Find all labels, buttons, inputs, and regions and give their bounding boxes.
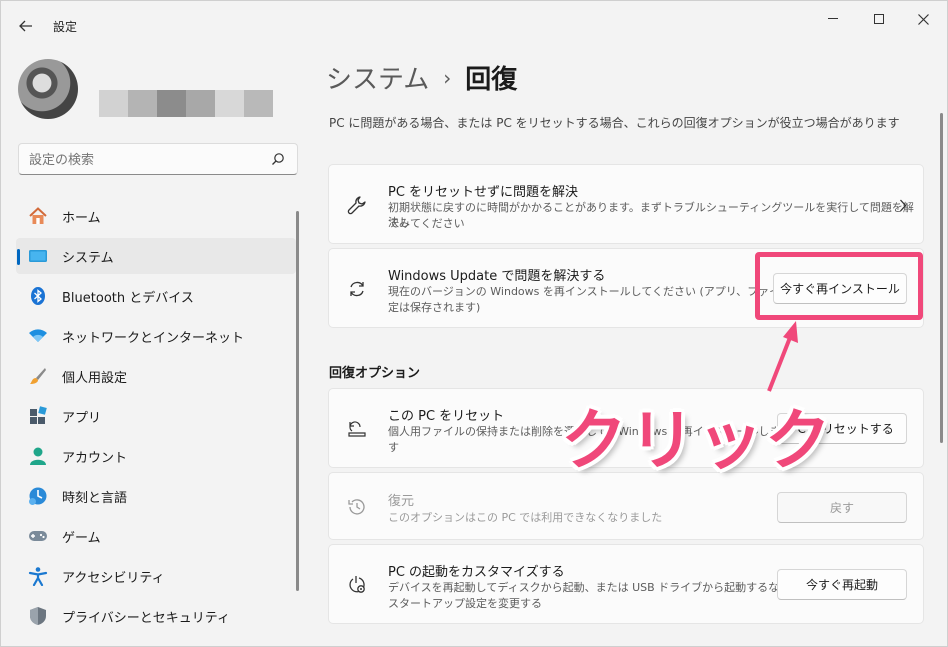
back-button[interactable] <box>13 13 39 39</box>
sidebar-item-label: ネットワークとインターネット <box>62 330 245 346</box>
brush-icon <box>28 366 48 386</box>
minimize-button[interactable] <box>813 7 853 31</box>
card-title: この PC をリセット <box>388 409 505 424</box>
sidebar-item-home[interactable]: ホーム <box>16 198 296 234</box>
back-arrow-icon <box>19 20 32 32</box>
sidebar-item-privacy-security[interactable]: プライバシーとセキュリティ <box>16 598 296 634</box>
sidebar-item-label: アカウント <box>62 450 128 466</box>
card-desc: このオプションはこの PC では利用できなくなりました <box>388 511 663 524</box>
close-button[interactable] <box>903 7 943 31</box>
close-icon <box>917 13 929 25</box>
shield-icon <box>28 606 48 626</box>
sidebar-item-accounts[interactable]: アカウント <box>16 438 296 474</box>
annotation-click-label: クリック <box>561 402 833 479</box>
wifi-icon <box>28 326 48 346</box>
card-desc-line1: デバイスを再起動してディスクから起動、または USB ドライブから起動するなど、 <box>388 581 801 594</box>
accessibility-icon <box>28 566 48 586</box>
username-blur-block <box>99 90 128 117</box>
reset-pc-icon <box>347 419 367 439</box>
sidebar-item-label: プライバシーとセキュリティ <box>62 610 230 626</box>
startup-gear-icon <box>347 575 367 595</box>
home-icon <box>28 206 48 226</box>
search-box[interactable] <box>18 143 298 175</box>
main-scrollbar[interactable] <box>940 113 943 443</box>
avatar[interactable] <box>18 59 78 119</box>
gamepad-icon <box>28 526 48 546</box>
minimize-icon <box>828 18 838 19</box>
card-title: PC の起動をカスタマイズする <box>388 565 565 580</box>
username-blur-block <box>215 90 244 117</box>
sidebar-item-label: システム <box>62 250 114 266</box>
username-blur-block <box>128 90 157 117</box>
intro-text: PC に問題がある場合、または PC をリセットする場合、これらの回復オプション… <box>329 116 900 130</box>
refresh-icon <box>347 279 367 299</box>
card-desc-line2: スタートアップ設定を変更する <box>388 597 542 610</box>
sidebar-item-label: Bluetooth とデバイス <box>62 290 194 306</box>
sidebar-scrollbar[interactable] <box>296 211 299 591</box>
title-bar: 設定 <box>1 1 947 49</box>
history-icon <box>347 497 367 517</box>
card-desc-line1: 初期状態に戻すのに時間がかかることがあります。まずトラブルシューティングツールを… <box>388 201 914 229</box>
sidebar-item-personalization[interactable]: 個人用設定 <box>16 358 296 394</box>
sidebar-item-label: 個人用設定 <box>62 370 128 386</box>
settings-window: 設定 ホーム <box>0 0 948 647</box>
sidebar-item-label: 時刻と言語 <box>62 490 128 506</box>
sidebar-item-accessibility[interactable]: アクセシビリティ <box>16 558 296 594</box>
page-title: 回復 <box>465 65 518 95</box>
section-title-recovery-options: 回復オプション <box>329 366 421 381</box>
maximize-button[interactable] <box>859 7 899 31</box>
username-blurred <box>99 90 273 117</box>
system-icon <box>28 246 48 266</box>
sidebar-item-system[interactable]: システム <box>16 238 296 274</box>
chevron-right-icon <box>899 197 907 216</box>
annotation-highlight-box <box>755 252 923 320</box>
go-back-button[interactable]: 戻す <box>777 492 907 523</box>
breadcrumb-parent[interactable]: システム <box>326 59 429 96</box>
username-blur-block <box>157 90 186 117</box>
sidebar-item-gaming[interactable]: ゲーム <box>16 518 296 554</box>
time-language-icon <box>28 486 48 506</box>
troubleshoot-card[interactable]: PC をリセットせずに問題を解決 初期状態に戻すのに時間がかかることがあります。… <box>328 164 924 244</box>
advanced-startup-card: PC の起動をカスタマイズする デバイスを再起動してディスクから起動、または U… <box>328 544 924 624</box>
sidebar-item-label: ゲーム <box>62 530 101 546</box>
account-icon <box>28 446 48 466</box>
maximize-icon <box>874 14 884 24</box>
restart-now-button[interactable]: 今すぐ再起動 <box>777 569 907 600</box>
card-title: Windows Update で問題を解決する <box>388 269 606 284</box>
sidebar-item-bluetooth[interactable]: Bluetooth とデバイス <box>16 278 296 314</box>
sidebar-item-label: ホーム <box>62 210 101 226</box>
card-desc-line2: てみてください <box>388 217 465 230</box>
card-desc-line1: 現在のバージョンの Windows を再インストールしてください (アプリ、ファ… <box>388 285 814 298</box>
card-desc-line2: 定は保存されます) <box>388 301 481 314</box>
sidebar-item-apps[interactable]: アプリ <box>16 398 296 434</box>
card-desc-line2: す <box>388 441 399 454</box>
sidebar-item-time-language[interactable]: 時刻と言語 <box>16 478 296 514</box>
sidebar-item-network[interactable]: ネットワークとインターネット <box>16 318 296 354</box>
app-title: 設定 <box>53 20 78 34</box>
breadcrumb-separator: › <box>443 65 452 90</box>
search-input[interactable] <box>29 150 259 170</box>
sidebar-item-label: アクセシビリティ <box>62 570 165 586</box>
card-title: PC をリセットせずに問題を解決 <box>388 185 579 200</box>
username-blur-block <box>244 90 273 117</box>
wrench-icon <box>347 195 367 215</box>
apps-icon <box>28 406 48 426</box>
bluetooth-icon <box>28 286 48 306</box>
username-blur-block <box>186 90 215 117</box>
sidebar-nav: ホーム システム Bluetooth とデバイス ネットワークとインターネット … <box>16 198 296 638</box>
breadcrumb: システム › 回復 <box>326 59 517 96</box>
sidebar-item-label: アプリ <box>62 410 102 426</box>
search-icon[interactable] <box>271 152 285 166</box>
card-title: 復元 <box>388 494 415 509</box>
